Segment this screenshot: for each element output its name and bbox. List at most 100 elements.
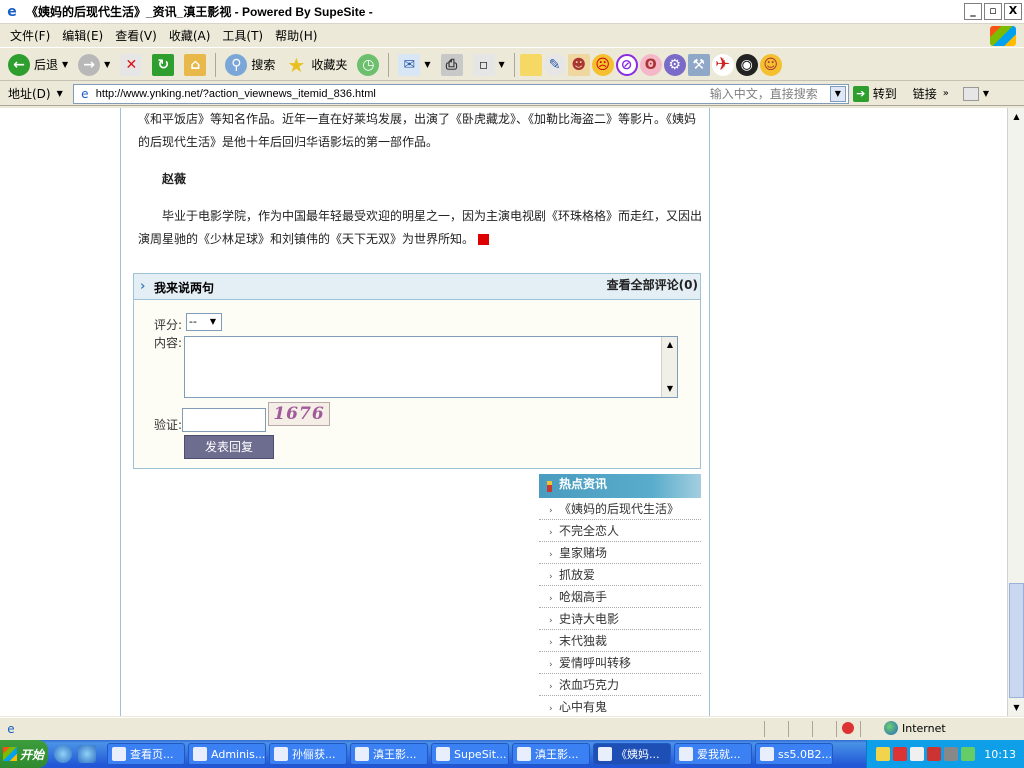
address-label-dropdown-icon[interactable]: ▼: [57, 89, 63, 98]
toolbar-separator: [215, 52, 217, 77]
back-button[interactable]: ← 后退 ▼: [4, 52, 72, 78]
hot-news-item[interactable]: 浓血巧克力: [539, 674, 701, 698]
rating-select[interactable]: -- ▼: [186, 313, 222, 331]
taskbar-item-label: 查看页...: [130, 748, 174, 761]
links-button[interactable]: 链接: [913, 85, 937, 102]
privacy-icon[interactable]: [842, 722, 854, 734]
taskbar: 开始 查看页... Adminis... 孙俪获... 滇王影... SupeS…: [0, 740, 1024, 768]
close-button[interactable]: X: [1004, 3, 1022, 20]
refresh-button[interactable]: ↻: [148, 52, 178, 78]
edit-badge-icon[interactable]: E: [478, 234, 508, 245]
history-icon: ◷: [357, 53, 380, 76]
home-button[interactable]: ⌂: [180, 52, 210, 78]
tray-icon[interactable]: [927, 747, 942, 761]
start-button[interactable]: 开始: [0, 740, 48, 768]
history-button[interactable]: ◷: [353, 52, 383, 78]
forward-dropdown-icon[interactable]: ▼: [104, 60, 110, 69]
desktop-quicklaunch-icon[interactable]: [78, 745, 96, 763]
messenger-icon[interactable]: ✎: [543, 53, 566, 76]
submit-reply-button[interactable]: 发表回复: [184, 435, 274, 459]
hot-news-item[interactable]: 《姨妈的后现代生活》: [539, 498, 701, 522]
taskbar-item[interactable]: SupeSit...: [431, 743, 509, 765]
hot-news-item[interactable]: 抓放爱: [539, 564, 701, 588]
address-input[interactable]: e http://www.ynking.net/?action_viewnews…: [72, 83, 849, 104]
taskbar-item[interactable]: 爱我就...: [674, 743, 752, 765]
taskbar-item-label: 《姨妈...: [616, 748, 660, 761]
hot-news-item[interactable]: 史诗大电影: [539, 608, 701, 632]
hot-news-item[interactable]: 皇家赌场: [539, 542, 701, 566]
clock[interactable]: 10:13: [984, 748, 1016, 761]
hot-news-item[interactable]: 爱情呼叫转移: [539, 652, 701, 676]
view-all-comments-link[interactable]: 查看全部评论(0): [607, 276, 698, 293]
favorites-button[interactable]: ★ 收藏夹: [281, 52, 351, 78]
pdf-icon[interactable]: [962, 86, 979, 101]
chevron-right-icon[interactable]: »: [943, 88, 949, 99]
tray-icon[interactable]: [893, 747, 908, 761]
edit-button[interactable]: ▫ ▼: [469, 52, 509, 78]
menu-edit[interactable]: 编辑(E): [56, 25, 109, 46]
scrollbar-thumb[interactable]: [1009, 583, 1024, 698]
note-icon[interactable]: [519, 53, 542, 76]
captcha-input[interactable]: [182, 408, 266, 432]
emoji-smile-icon[interactable]: ☺: [759, 53, 782, 76]
textarea-scrollbar[interactable]: ▲ ▼: [661, 337, 677, 397]
bird-icon[interactable]: ✈: [711, 53, 734, 76]
tray-icon[interactable]: [961, 747, 976, 761]
back-label: 后退: [34, 58, 59, 72]
forward-button[interactable]: → ▼: [74, 52, 114, 78]
chat-icon[interactable]: ☻: [567, 53, 590, 76]
compass-icon[interactable]: ⊘: [615, 53, 638, 76]
taskbar-item[interactable]: 滇王影...: [512, 743, 590, 765]
taskbar-item-active[interactable]: 《姨妈...: [593, 743, 671, 765]
hot-news-item[interactable]: 呛烟高手: [539, 586, 701, 610]
mail-button[interactable]: ✉ ▼: [394, 52, 434, 78]
gear-icon[interactable]: ⚙: [663, 53, 686, 76]
pig-icon[interactable]: ʘ: [639, 53, 662, 76]
status-panel: [836, 721, 837, 737]
hot-news-item[interactable]: 心中有鬼: [539, 696, 701, 716]
taskbar-item[interactable]: 孙俪获...: [269, 743, 347, 765]
hot-news-item[interactable]: 不完全恋人: [539, 520, 701, 544]
emoji-cry-icon[interactable]: ☹: [591, 53, 614, 76]
qq-penguin-icon[interactable]: ◉: [735, 53, 758, 76]
pdf-dropdown-icon[interactable]: ▼: [983, 89, 989, 98]
print-button[interactable]: ⎙: [437, 52, 467, 78]
page-scrollbar[interactable]: ▲ ▼: [1007, 108, 1024, 716]
scroll-down-icon[interactable]: ▼: [663, 382, 677, 396]
back-dropdown-icon[interactable]: ▼: [62, 60, 68, 69]
window-title: 《姨妈的后现代生活》_资讯_滇王影视 - Powered By SupeSite…: [26, 5, 373, 19]
scroll-down-icon[interactable]: ▼: [1009, 700, 1024, 715]
minimize-button[interactable]: _: [964, 3, 982, 20]
taskbar-item[interactable]: Adminis...: [188, 743, 266, 765]
menu-tools[interactable]: 工具(T): [216, 25, 269, 46]
menu-view[interactable]: 查看(V): [109, 25, 163, 46]
search-button[interactable]: ⚲ 搜索: [221, 52, 279, 78]
stop-button[interactable]: ✕: [116, 52, 146, 78]
scroll-up-icon[interactable]: ▲: [1009, 109, 1024, 124]
tray-icon[interactable]: [910, 747, 925, 761]
address-dropdown-icon[interactable]: ▼: [829, 85, 846, 102]
windows-logo-icon: [3, 747, 17, 761]
taskbar-item[interactable]: ss5.0B2...: [755, 743, 833, 765]
menu-favorites[interactable]: 收藏(A): [163, 25, 217, 46]
edit-dropdown-icon[interactable]: ▼: [499, 60, 505, 69]
go-button[interactable]: ➔ 转到: [852, 85, 897, 102]
address-search-hint: 输入中文，直接搜索: [709, 87, 818, 101]
taskbar-item[interactable]: 查看页...: [107, 743, 185, 765]
comment-textarea[interactable]: ▲ ▼: [184, 336, 678, 398]
tools-icon[interactable]: ⚒: [687, 53, 710, 76]
window-titlebar: e 《姨妈的后现代生活》_资讯_滇王影视 - Powered By SupeSi…: [0, 0, 1024, 24]
url-text[interactable]: http://www.ynking.net/?action_viewnews_i…: [96, 88, 376, 100]
tray-icon[interactable]: [876, 747, 891, 761]
menu-file[interactable]: 文件(F): [4, 25, 56, 46]
mail-dropdown-icon[interactable]: ▼: [424, 60, 430, 69]
tray-icon[interactable]: [944, 747, 959, 761]
scroll-up-icon[interactable]: ▲: [663, 338, 677, 352]
maximize-button[interactable]: ▫: [984, 3, 1002, 20]
hot-news-panel: 热点资讯 《姨妈的后现代生活》 不完全恋人 皇家赌场 抓放爱 呛烟高手 史诗大电…: [539, 474, 701, 716]
menu-bar: 文件(F) 编辑(E) 查看(V) 收藏(A) 工具(T) 帮助(H): [0, 24, 1024, 48]
hot-news-item[interactable]: 末代独裁: [539, 630, 701, 654]
taskbar-item[interactable]: 滇王影...: [350, 743, 428, 765]
menu-help[interactable]: 帮助(H): [269, 25, 323, 46]
ie-quicklaunch-icon[interactable]: [54, 745, 72, 763]
